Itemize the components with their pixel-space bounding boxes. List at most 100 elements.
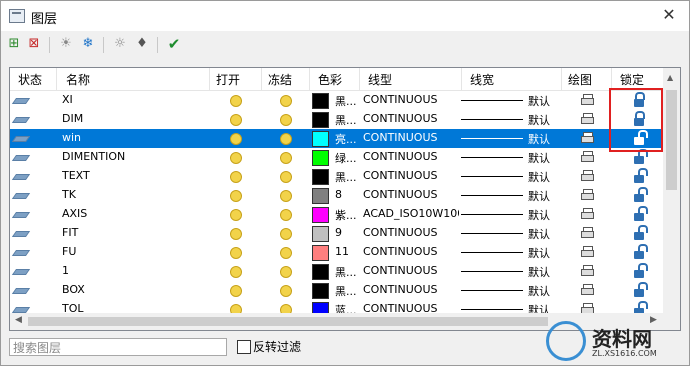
layer-name[interactable]: TEXT (62, 169, 202, 182)
layer-name[interactable]: DIM (62, 112, 202, 125)
table-row[interactable]: AXIS 紫... ACAD_ISO10W100 默认 (10, 205, 663, 224)
on-sun-icon[interactable] (230, 95, 242, 107)
on-sun-icon[interactable] (230, 190, 242, 202)
table-row[interactable]: DIMENTION 绿... CONTINUOUS 默认 (10, 148, 663, 167)
lineweight-value[interactable]: 默认 (528, 188, 558, 204)
table-row[interactable]: TEXT 黑... CONTINUOUS 默认 (10, 167, 663, 186)
color-swatch[interactable] (312, 188, 329, 204)
on-sun-icon[interactable] (230, 285, 242, 297)
layer-name[interactable]: BOX (62, 283, 202, 296)
freeze-sun-icon[interactable] (280, 228, 292, 240)
freeze-sun-icon[interactable] (280, 95, 292, 107)
freeze-sun-icon[interactable] (280, 114, 292, 126)
layer-name[interactable]: DIMENTION (62, 150, 202, 163)
freeze-sun-icon[interactable] (280, 133, 292, 145)
on-sun-icon[interactable] (230, 228, 242, 240)
column-linetype[interactable]: 线型 (368, 71, 392, 88)
table-row[interactable]: DIM 黑... CONTINUOUS 默认 (10, 110, 663, 129)
color-name[interactable]: 8 (335, 188, 357, 201)
freeze-sun-icon[interactable] (280, 285, 292, 297)
layer-status-icon[interactable] (11, 193, 31, 199)
color-swatch[interactable] (312, 283, 329, 299)
linetype-value[interactable]: CONTINUOUS (363, 112, 459, 125)
table-row[interactable]: FIT 9 CONTINUOUS 默认 (10, 224, 663, 243)
printer-icon[interactable] (581, 132, 594, 143)
printer-icon[interactable] (581, 94, 594, 105)
color-name[interactable]: 紫... (335, 207, 357, 223)
layer-name[interactable]: win (62, 131, 202, 144)
lineweight-value[interactable]: 默认 (528, 169, 558, 185)
on-sun-icon[interactable] (230, 209, 242, 221)
on-sun-icon[interactable] (230, 171, 242, 183)
linetype-value[interactable]: CONTINUOUS (363, 226, 459, 239)
column-color[interactable]: 色彩 (318, 71, 342, 88)
color-swatch[interactable] (312, 207, 329, 223)
lock-open-icon[interactable] (632, 282, 648, 298)
column-status[interactable]: 状态 (18, 71, 42, 88)
lineweight-value[interactable]: 默认 (528, 264, 558, 280)
lineweight-value[interactable]: 默认 (528, 283, 558, 299)
color-name[interactable]: 黑... (335, 283, 357, 299)
layer-name[interactable]: FU (62, 245, 202, 258)
invert-filter-checkbox[interactable] (237, 340, 251, 354)
on-sun-icon[interactable] (230, 114, 242, 126)
freeze-sun-icon[interactable] (280, 171, 292, 183)
lock-open-icon[interactable] (632, 206, 648, 222)
linetype-value[interactable]: CONTINUOUS (363, 264, 459, 277)
layer-name[interactable]: 1 (62, 264, 202, 277)
lineweight-value[interactable]: 默认 (528, 226, 558, 242)
lineweight-value[interactable]: 默认 (528, 112, 558, 128)
lock-open-icon[interactable] (632, 263, 648, 279)
lineweight-value[interactable]: 默认 (528, 150, 558, 166)
printer-icon[interactable] (581, 170, 594, 181)
color-name[interactable]: 黑... (335, 169, 357, 185)
freeze-sun-icon[interactable] (280, 209, 292, 221)
sun-icon-button[interactable]: ☀ (57, 35, 75, 53)
layer-status-icon[interactable] (11, 117, 31, 123)
printer-icon[interactable] (581, 227, 594, 238)
printer-icon[interactable] (581, 265, 594, 276)
color-swatch[interactable] (312, 112, 329, 128)
on-sun-icon[interactable] (230, 247, 242, 259)
layer-state-button[interactable]: ☼ (111, 35, 129, 53)
freeze-sun-icon[interactable] (280, 152, 292, 164)
color-swatch[interactable] (312, 226, 329, 242)
layer-status-icon[interactable] (11, 136, 31, 142)
linetype-value[interactable]: CONTINUOUS (363, 283, 459, 296)
snowflake-button[interactable]: ❄ (79, 35, 97, 53)
printer-icon[interactable] (581, 189, 594, 200)
search-layers-input[interactable]: 搜索图层 (9, 338, 227, 356)
printer-icon[interactable] (581, 208, 594, 219)
printer-icon[interactable] (581, 284, 594, 295)
table-row[interactable]: win 亮... CONTINUOUS 默认 (10, 129, 663, 148)
layer-status-icon[interactable] (11, 288, 31, 294)
vertical-scrollbar[interactable]: ▲ (663, 68, 680, 313)
light-bulb-button[interactable]: ♦ (133, 35, 151, 53)
layer-status-icon[interactable] (11, 155, 31, 161)
printer-icon[interactable] (581, 246, 594, 257)
column-on[interactable]: 打开 (216, 71, 240, 88)
layer-status-icon[interactable] (11, 269, 31, 275)
delete-layer-button[interactable]: ⊠ (25, 35, 43, 53)
layer-name[interactable]: TK (62, 188, 202, 201)
layer-name[interactable]: AXIS (62, 207, 202, 220)
horizontal-scroll-thumb[interactable] (28, 317, 548, 326)
layer-name[interactable]: FIT (62, 226, 202, 239)
lineweight-value[interactable]: 默认 (528, 93, 558, 109)
color-name[interactable]: 绿... (335, 150, 357, 166)
layer-status-icon[interactable] (11, 212, 31, 218)
column-plot[interactable]: 绘图 (568, 71, 592, 88)
color-name[interactable]: 11 (335, 245, 357, 258)
linetype-value[interactable]: CONTINUOUS (363, 150, 459, 163)
on-sun-icon[interactable] (230, 152, 242, 164)
layer-status-icon[interactable] (11, 250, 31, 256)
layer-status-icon[interactable] (11, 98, 31, 104)
table-row[interactable]: BOX 黑... CONTINUOUS 默认 (10, 281, 663, 300)
linetype-value[interactable]: CONTINUOUS (363, 188, 459, 201)
color-swatch[interactable] (312, 93, 329, 109)
color-name[interactable]: 黑... (335, 93, 357, 109)
color-name[interactable]: 黑... (335, 264, 357, 280)
freeze-sun-icon[interactable] (280, 247, 292, 259)
freeze-sun-icon[interactable] (280, 266, 292, 278)
linetype-value[interactable]: CONTINUOUS (363, 93, 459, 106)
